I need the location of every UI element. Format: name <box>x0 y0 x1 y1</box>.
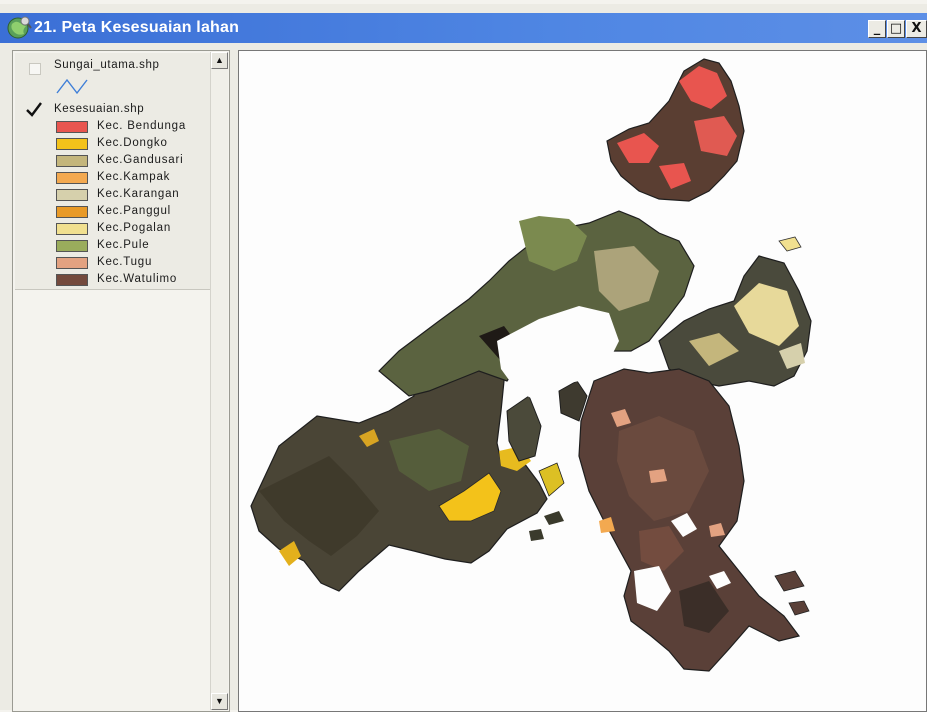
legend-item: Kec.Kampak <box>56 170 216 187</box>
maximize-button[interactable]: □ <box>887 20 905 38</box>
legend-swatch <box>56 274 88 286</box>
map-view[interactable] <box>238 50 927 712</box>
scroll-up-button[interactable]: ▲ <box>211 52 228 69</box>
legend-item: Kec.Karangan <box>56 187 216 204</box>
globe-icon <box>7 16 32 39</box>
table-of-contents[interactable]: Sungai_utama.shp Kesesuaian.shp Kec. Ben… <box>12 50 230 712</box>
legend-swatch <box>56 138 88 150</box>
app-window: 21. Peta Kesesuaian lahan _ □ X Sungai_u… <box>0 4 927 712</box>
legend-label: Kec.Pule <box>97 239 150 251</box>
legend-swatch <box>56 121 88 133</box>
title-bar[interactable]: 21. Peta Kesesuaian lahan _ □ X <box>0 13 927 43</box>
legend-label: Kec.Panggul <box>97 205 172 217</box>
legend-item: Kec.Tugu <box>56 255 216 272</box>
legend-swatch <box>56 172 88 184</box>
legend-swatch <box>56 189 88 201</box>
legend-swatch <box>56 240 88 252</box>
scroll-down-button[interactable]: ▼ <box>211 693 228 710</box>
window-title: 21. Peta Kesesuaian lahan <box>34 19 240 36</box>
legend-label: Kec.Pogalan <box>97 222 172 234</box>
legend-item: Kec.Watulimo <box>56 272 216 289</box>
legend-label: Kec. Bendunga <box>97 120 187 132</box>
legend-item: Kec.Gandusari <box>56 153 216 170</box>
river-line-symbol-icon <box>56 78 88 95</box>
legend-swatch <box>56 223 88 235</box>
legend-label: Kec.Watulimo <box>97 273 178 285</box>
close-button[interactable]: X <box>906 20 927 38</box>
legend-label: Kec.Kampak <box>97 171 171 183</box>
layer-visibility-checkbox-sungai[interactable] <box>29 63 41 75</box>
minimize-button[interactable]: _ <box>868 20 886 38</box>
checkmark-icon[interactable] <box>25 102 43 118</box>
legend-item: Kec.Pule <box>56 238 216 255</box>
layer-name-sungai[interactable]: Sungai_utama.shp <box>54 59 160 71</box>
legend-label: Kec.Gandusari <box>97 154 184 166</box>
legend-item: Kec.Dongko <box>56 136 216 153</box>
legend-item: Kec.Panggul <box>56 204 216 221</box>
legend-swatch <box>56 206 88 218</box>
map-canvas[interactable] <box>239 51 926 711</box>
legend-label: Kec.Karangan <box>97 188 180 200</box>
legend-item: Kec.Pogalan <box>56 221 216 238</box>
toc-scrollbar[interactable]: ▲ ▼ <box>210 52 228 710</box>
legend-item: Kec. Bendunga <box>56 119 216 136</box>
legend-swatch <box>56 155 88 167</box>
layer-name-kesesuaian[interactable]: Kesesuaian.shp <box>54 103 144 115</box>
legend-label: Kec.Tugu <box>97 256 153 268</box>
legend-panel: Sungai_utama.shp Kesesuaian.shp Kec. Ben… <box>15 53 212 290</box>
legend-swatch <box>56 257 88 269</box>
legend-label: Kec.Dongko <box>97 137 168 149</box>
